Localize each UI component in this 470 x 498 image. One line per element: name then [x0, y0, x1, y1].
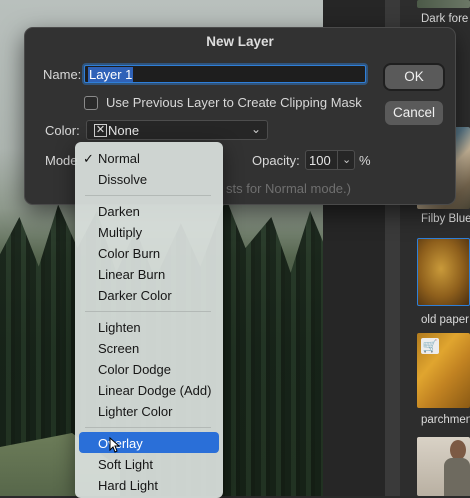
ok-button[interactable]: OK	[385, 65, 443, 89]
opacity-unit: %	[359, 153, 371, 168]
opacity-divider	[337, 151, 338, 169]
layer-name-input[interactable]: Layer 1	[84, 65, 366, 83]
menu-item-soft-light[interactable]: Soft Light	[98, 457, 153, 472]
mouse-pointer-icon	[109, 437, 121, 453]
menu-item-hard-light[interactable]: Hard Light	[98, 478, 158, 493]
menu-item-darken[interactable]: Darken	[98, 204, 140, 219]
library-thumb-dark-forest[interactable]	[417, 0, 470, 8]
layer-name-value: Layer 1	[88, 67, 134, 82]
menu-item-linear-burn[interactable]: Linear Burn	[98, 267, 165, 282]
mode-label: Mode	[45, 153, 78, 168]
clipping-mask-label[interactable]: Use Previous Layer to Create Clipping Ma…	[106, 95, 362, 110]
menu-item-darker-color[interactable]: Darker Color	[98, 288, 172, 303]
library-item-label: old paper	[421, 314, 469, 326]
person-photo-body	[444, 458, 470, 496]
person-photo-head	[450, 440, 466, 460]
color-select[interactable]: ✕ None ⌄	[86, 120, 268, 140]
menu-item-linear-dodge[interactable]: Linear Dodge (Add)	[98, 383, 211, 398]
menu-item-screen[interactable]: Screen	[98, 341, 139, 356]
library-thumb-old-paper[interactable]	[417, 238, 470, 306]
menu-item-dissolve[interactable]: Dissolve	[98, 172, 147, 187]
menu-separator	[85, 427, 211, 428]
menu-item-normal[interactable]: Normal	[98, 151, 140, 166]
checkmark-icon: ✓	[83, 151, 94, 166]
no-color-swatch-icon: ✕	[94, 124, 107, 137]
mode-hint-text: sts for Normal mode.)	[226, 181, 351, 196]
library-item-label: Dark fore	[421, 13, 469, 25]
chevron-down-icon[interactable]: ⌄	[342, 153, 351, 166]
menu-item-lighter-color[interactable]: Lighter Color	[98, 404, 172, 419]
cart-icon: 🛒	[421, 338, 439, 354]
menu-item-color-dodge[interactable]: Color Dodge	[98, 362, 171, 377]
blend-mode-menu: ✓ Normal Dissolve Darken Multiply Color …	[75, 142, 223, 498]
chevron-down-icon: ⌄	[250, 122, 261, 136]
menu-item-lighten[interactable]: Lighten	[98, 320, 141, 335]
library-item-label: Filby Blue	[421, 213, 470, 225]
opacity-label: Opacity:	[252, 153, 300, 168]
color-label: Color:	[45, 123, 80, 138]
menu-item-color-burn[interactable]: Color Burn	[98, 246, 160, 261]
menu-item-multiply[interactable]: Multiply	[98, 225, 142, 240]
clipping-mask-checkbox[interactable]	[84, 96, 98, 110]
name-label: Name:	[43, 67, 82, 82]
opacity-value: 100	[309, 153, 331, 168]
menu-separator	[85, 311, 211, 312]
dialog-title: New Layer	[206, 34, 274, 49]
menu-separator	[85, 195, 211, 196]
opacity-field[interactable]: 100 ⌄	[305, 150, 355, 170]
color-value: None	[108, 123, 140, 138]
cancel-button[interactable]: Cancel	[385, 101, 443, 125]
library-item-label: parchmen	[421, 414, 470, 426]
